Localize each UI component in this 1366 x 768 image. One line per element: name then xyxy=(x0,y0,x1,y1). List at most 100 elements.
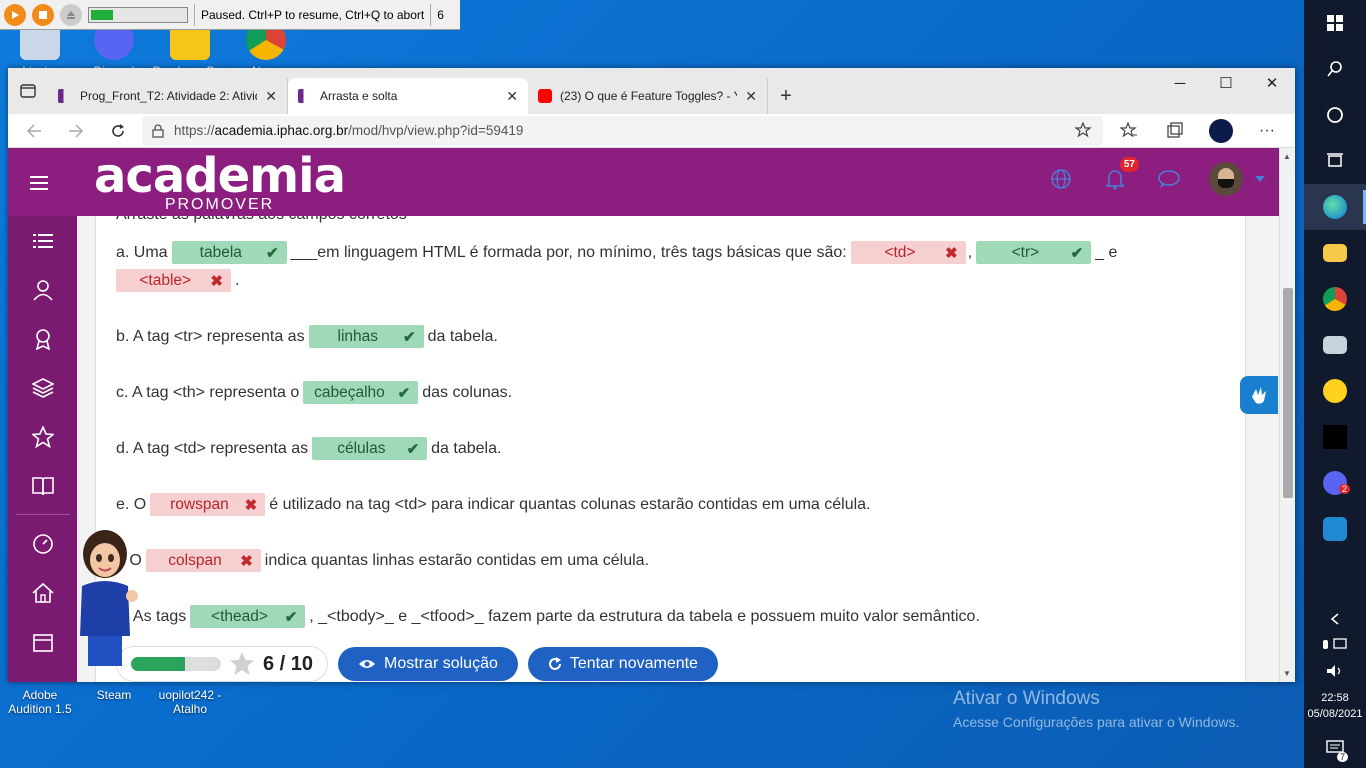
answer-chip-correct[interactable]: cabeçalho ✔ xyxy=(303,381,419,404)
sidebar-item-list[interactable] xyxy=(8,216,77,265)
tab-arrasta-e-solta[interactable]: Arrasta e solta ✕ xyxy=(288,78,528,114)
system-clock[interactable]: 22:58 05/08/2021 xyxy=(1307,690,1362,722)
scroll-down-icon[interactable]: ▼ xyxy=(1283,669,1291,678)
tray-expand-button[interactable] xyxy=(1304,606,1366,632)
sidebar-item-courses[interactable] xyxy=(8,363,77,412)
collections-icon xyxy=(1167,121,1183,138)
taskbar-edge[interactable] xyxy=(1304,184,1366,230)
chevron-left-icon xyxy=(1330,613,1339,625)
recorder-toolbar: Paused. Ctrl+P to resume, Ctrl+Q to abor… xyxy=(0,0,460,30)
star-icon xyxy=(230,652,254,675)
stop-button[interactable] xyxy=(32,3,54,26)
retry-button[interactable]: Tentar novamente xyxy=(527,647,718,681)
award-icon xyxy=(35,328,50,350)
divider xyxy=(430,3,432,26)
desktop-icon-steam[interactable]: Steam xyxy=(74,688,154,702)
moodle-favicon-icon xyxy=(298,89,312,103)
tray-mic-network[interactable] xyxy=(1304,632,1366,658)
menu-button[interactable] xyxy=(30,170,48,196)
search-button[interactable] xyxy=(1304,46,1366,92)
taskbar-computer[interactable] xyxy=(1304,322,1366,368)
minimize-button[interactable]: ─ xyxy=(1157,68,1203,98)
tab-prog-front[interactable]: Prog_Front_T2: Atividade 2: Ativida ✕ xyxy=(48,78,288,114)
tab-close-icon[interactable]: ✕ xyxy=(745,88,757,105)
sidebar-item-calendar[interactable] xyxy=(8,617,77,666)
show-solution-button[interactable]: Mostrar solução xyxy=(338,647,518,681)
accessibility-button[interactable] xyxy=(1240,376,1278,414)
close-button[interactable]: ✕ xyxy=(1249,68,1295,98)
answer-chip-correct[interactable]: células ✔ xyxy=(312,437,428,460)
answer-chip-wrong[interactable]: colspan ✖ xyxy=(145,549,261,572)
favorites-button[interactable] xyxy=(1109,116,1149,146)
search-icon xyxy=(1327,61,1342,77)
maximize-button[interactable]: ☐ xyxy=(1203,68,1249,98)
url-field[interactable]: https://academia.iphac.org.br/mod/hvp/vi… xyxy=(142,115,1103,146)
start-button[interactable] xyxy=(1304,0,1366,46)
lock-icon xyxy=(152,123,164,138)
scrollbar-thumb[interactable] xyxy=(1283,288,1293,498)
tab-strip: Prog_Front_T2: Atividade 2: Ativida ✕ Ar… xyxy=(8,68,1295,114)
score-bar xyxy=(131,657,221,671)
task-view-icon xyxy=(1327,153,1343,167)
cross-icon: ✖ xyxy=(240,552,253,570)
site-logo[interactable]: academia PROMOVER xyxy=(94,148,346,214)
add-favorite-icon[interactable] xyxy=(1075,121,1093,140)
eject-button[interactable] xyxy=(60,3,82,26)
refresh-icon xyxy=(112,123,124,137)
moodle-page: Arraste as palavras aos campos corretos … xyxy=(8,148,1279,682)
answer-chip-correct[interactable]: tabela ✔ xyxy=(171,241,287,264)
answer-chip-wrong[interactable]: rowspan ✖ xyxy=(150,493,266,516)
cortana-button[interactable] xyxy=(1304,92,1366,138)
recorder-status: Paused. Ctrl+P to resume, Ctrl+Q to abor… xyxy=(201,7,425,22)
volume-button[interactable] xyxy=(1304,658,1366,684)
play-button[interactable] xyxy=(4,3,26,26)
taskbar-black-app[interactable] xyxy=(1304,414,1366,460)
taskbar-file-explorer[interactable] xyxy=(1304,230,1366,276)
forward-button[interactable] xyxy=(58,116,94,146)
answer-chip-wrong[interactable]: <td> ✖ xyxy=(850,241,966,264)
list-icon xyxy=(32,233,53,248)
tab-title: (23) O que é Feature Toggles? - Yo xyxy=(560,89,738,103)
sidebar-item-badges[interactable] xyxy=(8,314,77,363)
page-scrollbar[interactable]: ▲ ▼ xyxy=(1279,148,1295,682)
tab-actions-button[interactable] xyxy=(8,68,48,114)
new-tab-button[interactable]: + xyxy=(768,78,804,114)
taskbar-vscode[interactable] xyxy=(1304,506,1366,552)
tab-youtube[interactable]: (23) O que é Feature Toggles? - Yo ✕ xyxy=(528,78,768,114)
answer-chip-correct[interactable]: linhas ✔ xyxy=(308,325,424,348)
answer-chip-wrong[interactable]: <table> ✖ xyxy=(116,269,231,292)
tab-close-icon[interactable]: ✕ xyxy=(265,88,277,105)
sidebar-item-dashboard[interactable] xyxy=(8,519,77,568)
sidebar-item-home[interactable] xyxy=(8,568,77,617)
settings-menu-button[interactable]: ··· xyxy=(1247,116,1287,146)
scroll-up-icon[interactable]: ▲ xyxy=(1283,152,1291,161)
back-button[interactable] xyxy=(16,116,52,146)
messages-button[interactable] xyxy=(1155,165,1183,193)
collections-button[interactable] xyxy=(1155,116,1195,146)
profile-button[interactable] xyxy=(1201,116,1241,146)
answer-chip-correct[interactable]: <thead> ✔ xyxy=(190,605,306,628)
desktop-icon-uopilot[interactable]: uopilot242 - Atalho xyxy=(150,688,230,716)
taskbar: 2 22:58 05/08/2021 7 xyxy=(1304,0,1366,768)
sidebar-item-favorites[interactable] xyxy=(8,412,77,461)
cross-icon: ✖ xyxy=(244,496,258,514)
notifications-button[interactable]: 57 xyxy=(1101,157,1139,193)
notification-badge: 57 xyxy=(1119,157,1139,172)
action-center-button[interactable]: 7 xyxy=(1304,728,1366,768)
tab-close-icon[interactable]: ✕ xyxy=(506,88,518,105)
refresh-button[interactable] xyxy=(100,116,136,146)
task-view-button[interactable] xyxy=(1304,138,1366,184)
user-menu[interactable] xyxy=(1209,162,1265,196)
eye-icon xyxy=(359,660,376,668)
sidebar-item-profile[interactable] xyxy=(8,265,77,314)
gauge-icon xyxy=(32,533,53,554)
taskbar-discord[interactable]: 2 xyxy=(1304,460,1366,506)
sidebar-item-library[interactable] xyxy=(8,461,77,510)
taskbar-chrome[interactable] xyxy=(1304,276,1366,322)
desktop-icon-adobe-audition[interactable]: Adobe Audition 1.5 xyxy=(0,688,80,716)
bell-icon xyxy=(1105,170,1125,190)
globe-icon xyxy=(1051,169,1071,189)
language-button[interactable] xyxy=(1047,165,1075,193)
answer-chip-correct[interactable]: <tr> ✔ xyxy=(976,241,1092,264)
taskbar-smiley[interactable] xyxy=(1304,368,1366,414)
